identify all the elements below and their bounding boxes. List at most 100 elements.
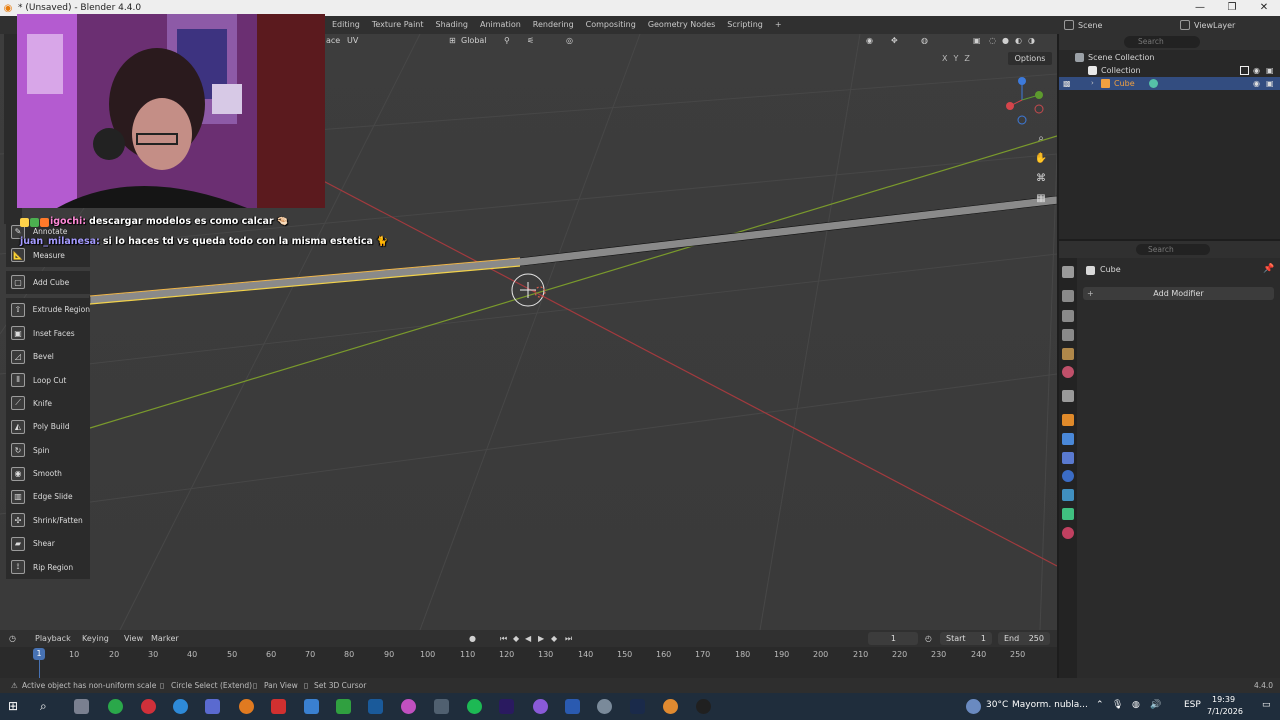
face-menu[interactable]: ace (326, 36, 340, 45)
scene-selector[interactable]: Scene (1060, 17, 1160, 33)
edit-mode-icon[interactable]: ▩ (1063, 79, 1072, 88)
shading-wireframe-icon[interactable]: ◌ (989, 36, 996, 45)
discord-icon[interactable] (533, 699, 548, 714)
outliner-row-scene-collection[interactable]: Scene Collection (1059, 51, 1280, 64)
snap-icon[interactable]: ⚟ (527, 36, 534, 45)
pycharm-icon[interactable] (336, 699, 351, 714)
shading-rendered-icon[interactable]: ◑ (1028, 36, 1035, 45)
camera-icon[interactable]: ▣ (1266, 66, 1275, 75)
camera-icon[interactable]: ▣ (1266, 79, 1275, 88)
tool-knife[interactable]: ⟋ Knife (6, 391, 90, 416)
add-modifier-button[interactable]: + Add Modifier (1083, 287, 1274, 300)
tool-edge-slide[interactable]: ▥ Edge Slide (6, 485, 90, 509)
uv-menu[interactable]: UV (347, 36, 358, 45)
jump-end-icon[interactable]: ⏭ (565, 634, 572, 644)
obs-icon[interactable] (696, 699, 711, 714)
visibility-icon[interactable]: ◉ (866, 36, 873, 45)
tab-compositing[interactable]: Compositing (580, 16, 642, 34)
data-tab-icon[interactable] (1062, 508, 1074, 520)
output-tab-icon[interactable] (1062, 310, 1074, 322)
task-view-icon[interactable] (74, 699, 89, 714)
tab-shading[interactable]: Shading (430, 16, 475, 34)
outliner-row-cube[interactable]: ▩ › Cube ◉ ▣ (1059, 77, 1280, 90)
mesh-data-icon[interactable] (1149, 79, 1158, 88)
particles-tab-icon[interactable] (1062, 452, 1074, 464)
options-dropdown[interactable]: Options (1008, 52, 1052, 65)
language-indicator[interactable]: ESP (1184, 700, 1201, 710)
tool-loop-cut[interactable]: ⫴ Loop Cut (6, 368, 90, 392)
perspective-toggle-icon[interactable]: ▦ (1034, 191, 1048, 205)
proportional-edit-icon[interactable]: ◎ (566, 36, 573, 45)
blender-active-icon[interactable] (663, 699, 678, 714)
network-icon[interactable]: ◍ (1132, 700, 1140, 710)
exclude-checkbox[interactable] (1240, 66, 1249, 75)
tab-geometry-nodes[interactable]: Geometry Nodes (642, 16, 721, 34)
clock-time[interactable]: 19:39 (1212, 695, 1235, 704)
tool-bevel[interactable]: ◿ Bevel (6, 344, 90, 369)
current-frame-field[interactable]: 1 (868, 632, 918, 645)
app-icon[interactable] (597, 699, 612, 714)
scene-tab-icon[interactable] (1062, 348, 1074, 360)
tab-animation[interactable]: Animation (474, 16, 527, 34)
app-icon[interactable] (401, 699, 416, 714)
gizmo-toggle-icon[interactable]: ✥ (891, 36, 898, 45)
tool-smooth[interactable]: ◉ Smooth (6, 461, 90, 486)
mirror-z-toggle[interactable]: Z (964, 54, 969, 63)
camera-view-icon[interactable]: ⌘ (1034, 171, 1048, 185)
volume-icon[interactable]: 🔊 (1150, 700, 1161, 710)
tray-chevron-icon[interactable]: ⌃ (1096, 700, 1104, 710)
playback-menu[interactable]: Playback (35, 634, 71, 643)
tab-texture-paint[interactable]: Texture Paint (366, 16, 430, 34)
zoom-icon[interactable]: ⌕ (1034, 131, 1048, 145)
timeline-editor-icon[interactable]: ◷ (9, 634, 16, 643)
material-tab-icon[interactable] (1062, 527, 1074, 539)
blender-taskbar-icon[interactable] (239, 699, 254, 714)
play-icon[interactable]: ▶ (538, 634, 544, 643)
pivot-icon[interactable]: ⚲ (504, 36, 510, 45)
tool-tab-icon[interactable] (1062, 266, 1074, 278)
autokey-icon[interactable]: ● (469, 634, 476, 643)
tool-rip-region[interactable]: ⟟ Rip Region (6, 555, 90, 579)
shading-material-icon[interactable]: ◐ (1015, 36, 1022, 45)
weather-icon[interactable] (966, 699, 981, 714)
add-workspace-button[interactable]: + (769, 16, 788, 34)
object-tab-icon[interactable] (1062, 414, 1074, 426)
modifier-tab-icon[interactable] (1062, 433, 1074, 445)
timeline-ruler[interactable]: 10 20 30 40 50 60 70 80 90 100 110 120 1… (0, 647, 1057, 678)
weather-temp[interactable]: 30°C (986, 700, 1008, 710)
tool-shear[interactable]: ▰ Shear (6, 532, 90, 556)
pan-hand-icon[interactable]: ✋ (1034, 151, 1048, 165)
clock-date[interactable]: 7/1/2026 (1207, 707, 1243, 716)
search-icon[interactable]: ⌕ (40, 699, 55, 714)
spotify-icon[interactable] (467, 699, 482, 714)
jump-start-icon[interactable]: ⏮ (500, 634, 507, 644)
overlays-icon[interactable]: ◍ (921, 36, 928, 45)
chrome-icon[interactable] (108, 699, 123, 714)
tab-rendering[interactable]: Rendering (527, 16, 580, 34)
tab-scripting[interactable]: Scripting (721, 16, 769, 34)
tool-extrude-region[interactable]: ⇧ Extrude Region (6, 298, 90, 322)
collection-tab-icon[interactable] (1062, 390, 1074, 402)
physics-tab-icon[interactable] (1062, 470, 1074, 482)
render-tab-icon[interactable] (1062, 290, 1074, 302)
pin-icon[interactable]: 📌 (1263, 264, 1274, 274)
expand-arrow-icon[interactable]: › (1091, 79, 1100, 88)
tool-poly-build[interactable]: ◭ Poly Build (6, 415, 90, 439)
weather-desc[interactable]: Mayorm. nubla... (1012, 700, 1088, 710)
notifications-icon[interactable]: ▭ (1262, 700, 1271, 710)
transform-orientation-select[interactable]: Global (461, 36, 487, 45)
eye-icon[interactable]: ◉ (1253, 66, 1262, 75)
edge-icon[interactable] (173, 699, 188, 714)
view-layer-tab-icon[interactable] (1062, 329, 1074, 341)
world-tab-icon[interactable] (1062, 366, 1074, 378)
tool-spin[interactable]: ↻ Spin (6, 438, 90, 462)
shading-solid-icon[interactable]: ● (1002, 36, 1009, 45)
tab-editing[interactable]: Editing (326, 16, 366, 34)
marker-menu[interactable]: Marker (151, 634, 179, 643)
tool-add-cube[interactable]: ▢ Add Cube (6, 270, 90, 295)
word-icon[interactable] (565, 699, 580, 714)
maximize-button[interactable]: ❐ (1216, 0, 1248, 16)
playhead[interactable]: 1 (33, 648, 45, 660)
view-layer-selector[interactable]: ViewLayer (1176, 17, 1272, 33)
view-menu[interactable]: View (124, 634, 143, 643)
